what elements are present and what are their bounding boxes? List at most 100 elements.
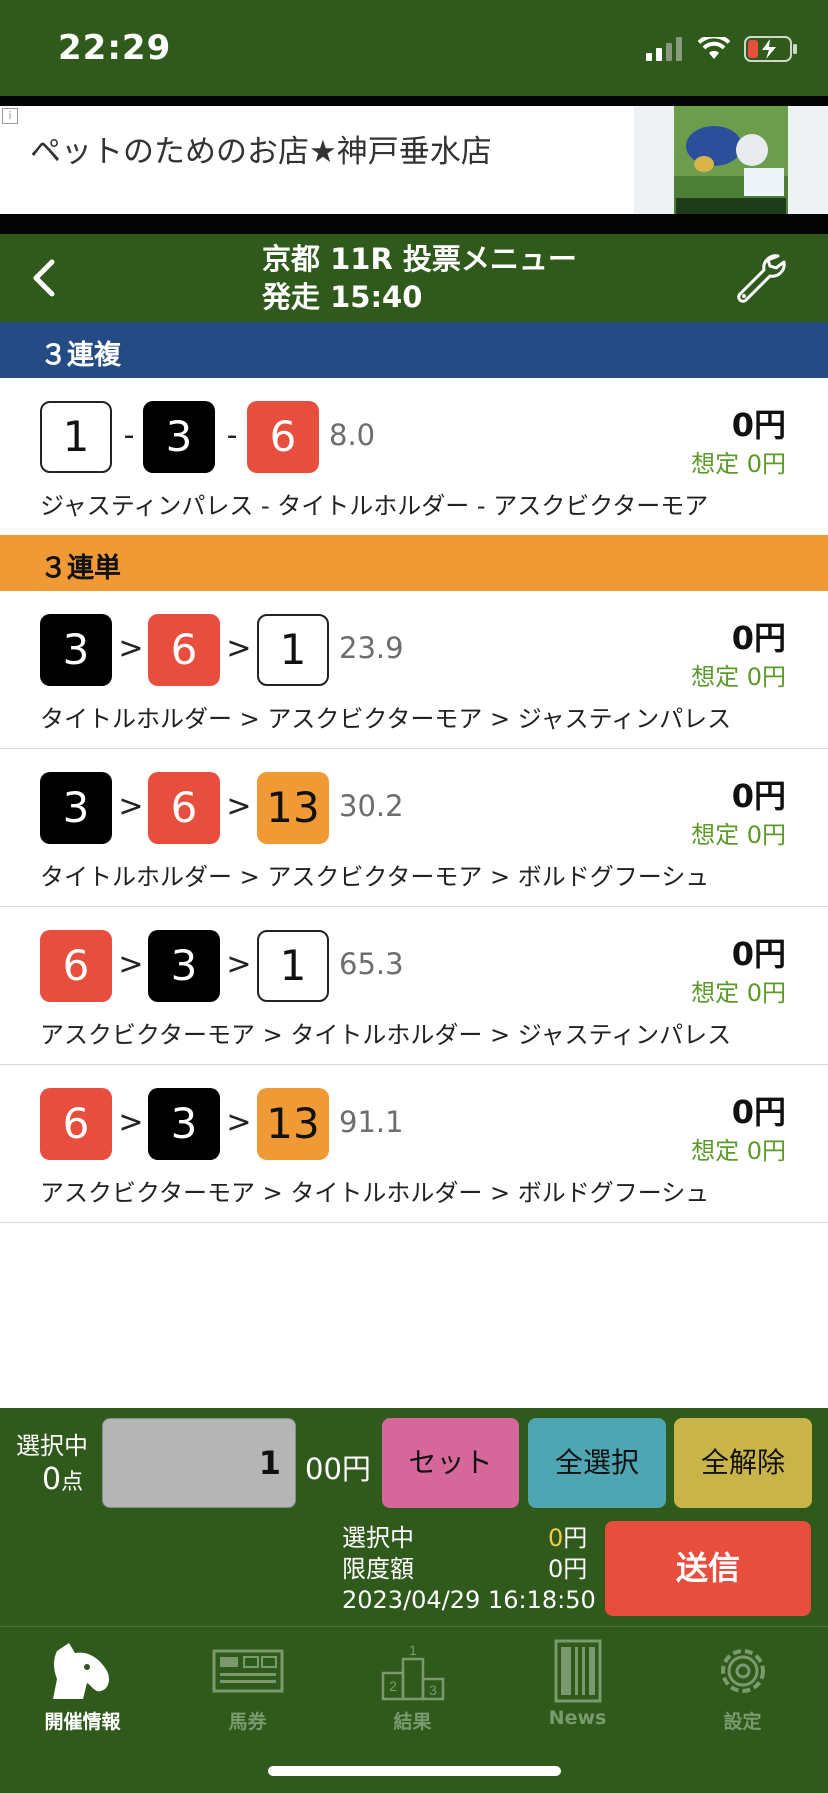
select-all-button[interactable]: 全選択	[528, 1418, 666, 1508]
home-indicator[interactable]	[268, 1766, 561, 1776]
expected-payout: 想定 0円	[691, 450, 786, 478]
newspaper-icon	[554, 1639, 601, 1703]
status-icons	[646, 34, 798, 64]
selected-count: 0点	[42, 1462, 84, 1497]
section-title: ３連単	[40, 553, 121, 584]
horse-number: 13	[257, 772, 329, 844]
separator: >	[226, 947, 252, 982]
selected-label: 選択中	[16, 1432, 88, 1460]
separator: >	[118, 631, 144, 666]
page-title-line2: 発走 15:40	[262, 280, 423, 314]
bet-amount: 0円	[731, 1093, 786, 1131]
bet-amount: 0円	[731, 935, 786, 973]
unit-amount-input[interactable]: 1	[102, 1418, 296, 1508]
horse-names: ジャスティンパレス - タイトルホルダー - アスクビクターモア	[40, 492, 709, 520]
ad-text[interactable]: ペットのためのお店★神戸垂水店	[30, 126, 492, 171]
bet-row[interactable]: 1 - 3 - 6 8.0 0円 想定 0円 ジャスティンパレス - タイトルホ…	[0, 378, 828, 536]
page-title-line1: 京都 11R 投票メニュー	[262, 242, 577, 276]
page-title: 京都 11R 投票メニュー 発走 15:40	[262, 240, 577, 316]
ad-border-top	[0, 96, 828, 106]
gear-icon	[720, 1649, 765, 1693]
bet-amount: 0円	[731, 777, 786, 815]
horse-number: 3	[148, 930, 220, 1002]
section-title: ３連複	[40, 340, 121, 371]
horse-number: 13	[257, 1088, 329, 1160]
bet-row[interactable]: 6 > 3 > 13 91.1 0円 想定 0円 アスクビクターモア > タイト…	[0, 1065, 828, 1223]
tab-label: 設定	[723, 1711, 762, 1733]
expected-payout: 想定 0円	[691, 663, 786, 691]
odds: 91.1	[339, 1105, 404, 1139]
odds: 8.0	[329, 418, 376, 452]
ad-border-bottom	[0, 214, 828, 234]
datetime: 2023/04/29 16:18:50	[342, 1586, 596, 1614]
separator: >	[118, 1105, 144, 1140]
back-button[interactable]	[22, 254, 70, 302]
separator: -	[123, 418, 135, 453]
status-bar: 22:29	[0, 0, 828, 96]
odds: 30.2	[339, 789, 404, 823]
set-button[interactable]: セット	[382, 1418, 519, 1508]
signal-icon	[646, 37, 682, 61]
clear-all-button[interactable]: 全解除	[674, 1418, 812, 1508]
tab-event-info[interactable]: 開催情報	[0, 1627, 165, 1737]
tab-news[interactable]: News	[495, 1627, 660, 1737]
ad-dog-image	[674, 106, 788, 214]
tab-label: 馬券	[228, 1711, 267, 1733]
tab-label: 開催情報	[44, 1711, 121, 1733]
expected-payout: 想定 0円	[691, 821, 786, 849]
unit-suffix: 00円	[305, 1452, 371, 1486]
status-time: 22:29	[58, 28, 172, 68]
horse-number: 3	[143, 401, 215, 473]
separator: >	[118, 947, 144, 982]
bet-amount: 0円	[731, 619, 786, 657]
ad-info-icon[interactable]: i	[2, 108, 18, 124]
bet-row[interactable]: 6 > 3 > 1 65.3 0円 想定 0円 アスクビクターモア > タイトル…	[0, 907, 828, 1065]
separator: >	[226, 1105, 252, 1140]
section-header-sanrentan: ３連単	[0, 535, 828, 591]
bet-row[interactable]: 3 > 6 > 13 30.2 0円 想定 0円 タイトルホルダー > アスクビ…	[0, 749, 828, 907]
horse-number: 3	[40, 614, 112, 686]
wrench-icon[interactable]	[732, 250, 786, 304]
svg-text:1: 1	[409, 1642, 417, 1658]
horse-number: 1	[40, 401, 112, 473]
horse-number: 6	[40, 930, 112, 1002]
wifi-icon	[698, 37, 730, 59]
summary-values: 0円 0円	[548, 1523, 587, 1585]
horse-number: 6	[40, 1088, 112, 1160]
separator: -	[226, 418, 238, 453]
separator: >	[118, 789, 144, 824]
bet-control-panel: 選択中 0点 1 00円 セット 全選択 全解除 選択中 限度額 2023/04…	[0, 1408, 828, 1626]
tab-results[interactable]: 2 1 3 結果	[330, 1627, 495, 1737]
tab-label: 結果	[393, 1711, 432, 1733]
section-header-sanrenpuku: ３連複	[0, 322, 828, 378]
separator: >	[226, 789, 252, 824]
horse-names: アスクビクターモア > タイトルホルダー > ジャスティンパレス	[40, 1021, 732, 1049]
send-button[interactable]: 送信	[605, 1521, 811, 1616]
tab-tickets[interactable]: 馬券	[165, 1627, 330, 1737]
odds: 65.3	[339, 947, 404, 981]
ad-banner[interactable]: i ペットのためのお店★神戸垂水店	[0, 106, 828, 214]
podium-icon: 2 1 3	[381, 1642, 444, 1701]
expected-payout: 想定 0円	[691, 1137, 786, 1165]
odds: 23.9	[339, 631, 404, 665]
bet-amount: 0円	[731, 406, 786, 444]
horse-icon	[52, 1643, 109, 1699]
horse-names: タイトルホルダー > アスクビクターモア > ボルドグフーシュ	[40, 863, 710, 891]
tab-label: News	[548, 1707, 607, 1729]
svg-text:3: 3	[429, 1682, 437, 1698]
horse-names: アスクビクターモア > タイトルホルダー > ボルドグフーシュ	[40, 1179, 710, 1207]
expected-payout: 想定 0円	[691, 979, 786, 1007]
horse-number: 6	[148, 772, 220, 844]
limit-amount: 0円	[548, 1555, 588, 1583]
summary-selected-amount: 0円	[548, 1524, 588, 1552]
nav-header: 京都 11R 投票メニュー 発走 15:40	[0, 234, 828, 322]
ad-image[interactable]	[634, 106, 828, 214]
separator: >	[226, 631, 252, 666]
ticket-icon	[212, 1649, 283, 1693]
battery-icon	[744, 36, 797, 62]
svg-text:2: 2	[389, 1678, 397, 1694]
bet-row[interactable]: 3 > 6 > 1 23.9 0円 想定 0円 タイトルホルダー > アスクビク…	[0, 591, 828, 749]
tab-settings[interactable]: 設定	[660, 1627, 825, 1737]
horse-names: タイトルホルダー > アスクビクターモア > ジャスティンパレス	[40, 705, 732, 733]
horse-number: 6	[148, 614, 220, 686]
